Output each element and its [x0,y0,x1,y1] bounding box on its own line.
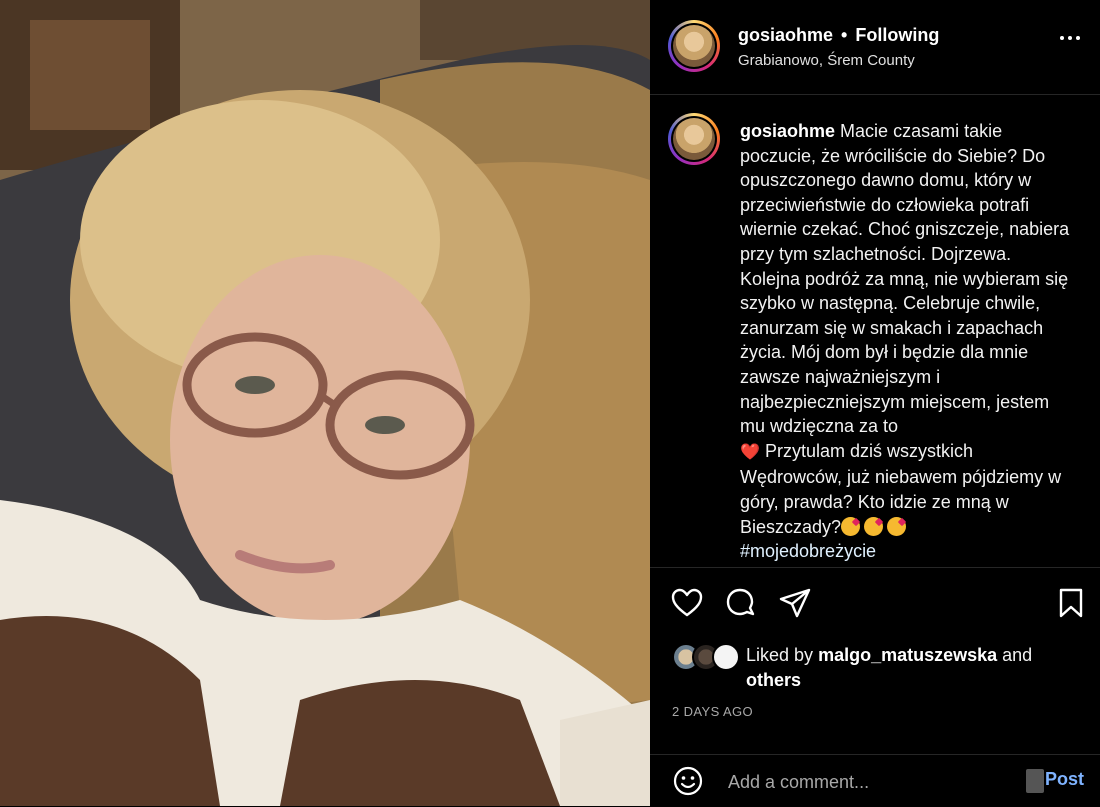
separator-dot: • [841,25,848,45]
comment-icon[interactable] [724,586,760,622]
author-avatar-image [673,25,715,67]
caption-text: Macie czasami takie poczucie, że wrócili… [740,121,1070,437]
liked-by-label: Liked by [746,645,814,665]
caption-section: gosiaohme Macie czasami takie poczucie, … [650,95,1100,568]
comment-input[interactable] [726,767,1020,797]
author-line: gosiaohme • Following [738,25,939,46]
author-avatar[interactable] [668,20,720,72]
likes-and-label: and [1002,645,1033,665]
likes-others-link[interactable]: others [746,670,801,690]
action-bar [650,586,1100,622]
caption-avatar[interactable] [668,113,720,165]
post-details-panel: gosiaohme • Following Grabianowo, Śrem Cou… [650,0,1100,806]
post-comment-button[interactable]: Post [1045,769,1084,790]
instagram-post-view: gosiaohme • Following Grabianowo, Śrem Cou… [0,0,1100,806]
emoji-icon[interactable] [672,765,704,797]
save-icon[interactable] [1054,586,1090,622]
kiss-emoji [887,516,907,536]
liker-avatar[interactable] [712,643,740,671]
photo-illustration [0,0,650,806]
author-username[interactable]: gosiaohme [738,25,833,45]
following-button[interactable]: Following [855,25,939,45]
scroll-handle[interactable] [1026,769,1044,793]
hashtag-link[interactable]: #mojedobreżycie [740,541,876,561]
heart-emoji: ❤️ [740,443,760,461]
like-icon[interactable] [670,586,706,622]
kiss-emoji [841,516,861,536]
post-header: gosiaohme • Following Grabianowo, Śrem Cou… [650,0,1100,95]
post-photo[interactable] [0,0,650,806]
kiss-emoji [864,516,884,536]
post-location[interactable]: Grabianowo, Śrem County [738,52,915,69]
likes-text: Liked by malgo_matuszewska and others [746,643,1066,692]
share-icon[interactable] [778,586,814,622]
post-date: 2 DAYS AGO [672,704,754,719]
comment-bar: Post [650,754,1100,807]
caption-username[interactable]: gosiaohme [740,121,835,141]
more-options-icon[interactable] [1060,36,1080,40]
caption-avatar-image [673,118,715,160]
caption-text-block: gosiaohme Macie czasami takie poczucie, … [740,119,1070,564]
liker-username[interactable]: malgo_matuszewska [818,645,997,665]
